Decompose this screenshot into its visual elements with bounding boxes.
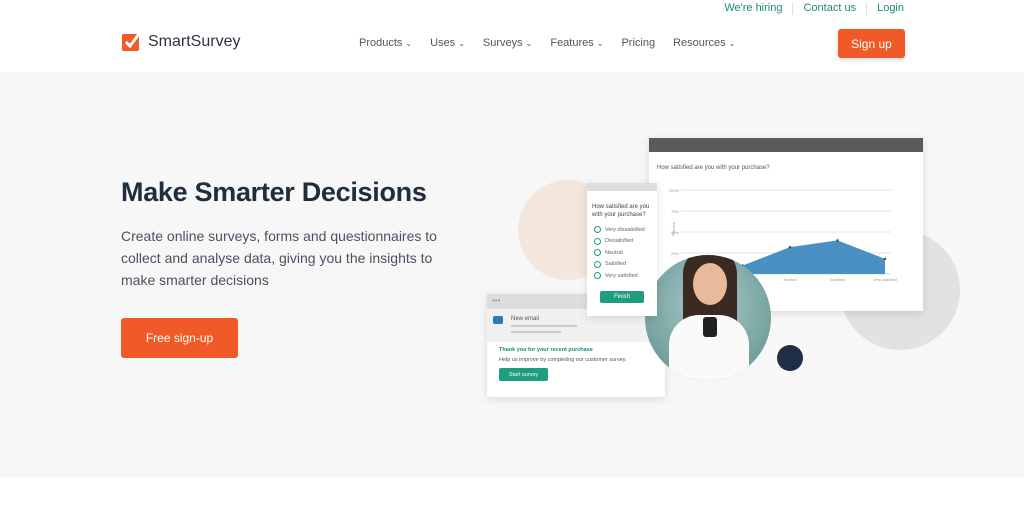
main-nav: Products ⌄ Uses ⌄ Surveys ⌄ Features ⌄ Prici… bbox=[359, 37, 735, 49]
chevron-down-icon: ⌄ bbox=[596, 39, 604, 48]
nav-label: Products bbox=[359, 37, 403, 49]
top-links: We're hiring Contact us Login bbox=[714, 2, 904, 15]
option-label: Very dissatisfied bbox=[605, 226, 645, 233]
x-tick-label: Neutral bbox=[784, 277, 797, 282]
free-signup-button[interactable]: Free sign-up bbox=[121, 318, 238, 358]
emoji-face-icon bbox=[594, 226, 601, 234]
data-point bbox=[836, 239, 839, 242]
nav-resources[interactable]: Resources ⌄ bbox=[673, 37, 735, 49]
y-tick-label: 25% bbox=[671, 251, 679, 256]
brand-name: SmartSurvey bbox=[148, 33, 241, 50]
chevron-down-icon: ⌄ bbox=[525, 39, 533, 48]
nav-pricing[interactable]: Pricing bbox=[621, 37, 655, 49]
option-label: Neutral bbox=[605, 249, 623, 256]
phone-question: How satisfied are you with your purchase… bbox=[592, 204, 650, 218]
chevron-down-icon: ⌄ bbox=[458, 39, 465, 48]
chevron-down-icon: ⌄ bbox=[728, 39, 736, 48]
x-tick-label: Very satisfied bbox=[873, 277, 897, 282]
hiring-link[interactable]: We're hiring bbox=[714, 2, 792, 15]
data-point bbox=[788, 245, 792, 249]
survey-option[interactable]: Neutral bbox=[594, 247, 657, 259]
x-tick-label: Satisfied bbox=[830, 277, 845, 282]
nav-label: Resources bbox=[673, 37, 726, 49]
y-tick-label: 75% bbox=[671, 209, 679, 214]
finish-button[interactable]: Finish bbox=[600, 291, 644, 303]
hero-title: Make Smarter Decisions bbox=[121, 177, 427, 207]
logo[interactable]: SmartSurvey bbox=[121, 32, 240, 52]
phone-survey: How satisfied are you with your purchase… bbox=[587, 183, 657, 316]
nav-features[interactable]: Features ⌄ bbox=[550, 37, 603, 49]
contact-link[interactable]: Contact us bbox=[793, 2, 866, 15]
nav-uses[interactable]: Uses ⌄ bbox=[430, 37, 465, 49]
nav-label: Features bbox=[550, 37, 594, 49]
emoji-face-icon bbox=[594, 249, 601, 257]
hero-subtitle: Create online surveys, forms and questio… bbox=[121, 228, 437, 288]
person-photo bbox=[645, 255, 771, 381]
chevron-down-icon: ⌄ bbox=[405, 39, 413, 48]
emoji-face-icon bbox=[594, 237, 601, 245]
checkmark-logo-icon bbox=[122, 33, 141, 51]
email-label: New email bbox=[511, 316, 540, 322]
chart-question: How satisfied are you with your purchase… bbox=[657, 165, 770, 171]
emoji-face-icon bbox=[594, 260, 601, 268]
option-label: Satisfied bbox=[605, 261, 627, 268]
nav-label: Uses bbox=[430, 37, 456, 49]
nav-label: Surveys bbox=[482, 37, 523, 49]
nav-products[interactable]: Products ⌄ bbox=[359, 37, 412, 49]
window-titlebar bbox=[649, 138, 923, 152]
survey-option[interactable]: Very dissatisfied bbox=[594, 224, 657, 236]
option-label: Dissatisfied bbox=[605, 238, 634, 245]
emoji-face-icon bbox=[594, 272, 601, 280]
envelope-icon bbox=[493, 316, 503, 324]
decor-circle-navy bbox=[777, 345, 803, 371]
option-label: Very satisfied bbox=[605, 272, 638, 279]
sign-up-button[interactable]: Sign up bbox=[838, 29, 905, 58]
data-point bbox=[883, 257, 887, 261]
y-axis-label: Percent bbox=[671, 221, 676, 236]
start-survey-button[interactable]: Start survey bbox=[499, 368, 548, 381]
y-tick-label: 100% bbox=[669, 188, 680, 193]
survey-option[interactable]: Very satisfied bbox=[594, 270, 657, 282]
email-body: Help us improve by completing our custom… bbox=[499, 357, 627, 363]
login-link[interactable]: Login bbox=[867, 2, 904, 15]
survey-option[interactable]: Dissatisfied bbox=[594, 236, 657, 248]
email-title: Thank you for your recent purchase bbox=[499, 347, 593, 353]
nav-surveys[interactable]: Surveys ⌄ bbox=[483, 37, 532, 49]
survey-option[interactable]: Satisfied bbox=[594, 259, 657, 271]
